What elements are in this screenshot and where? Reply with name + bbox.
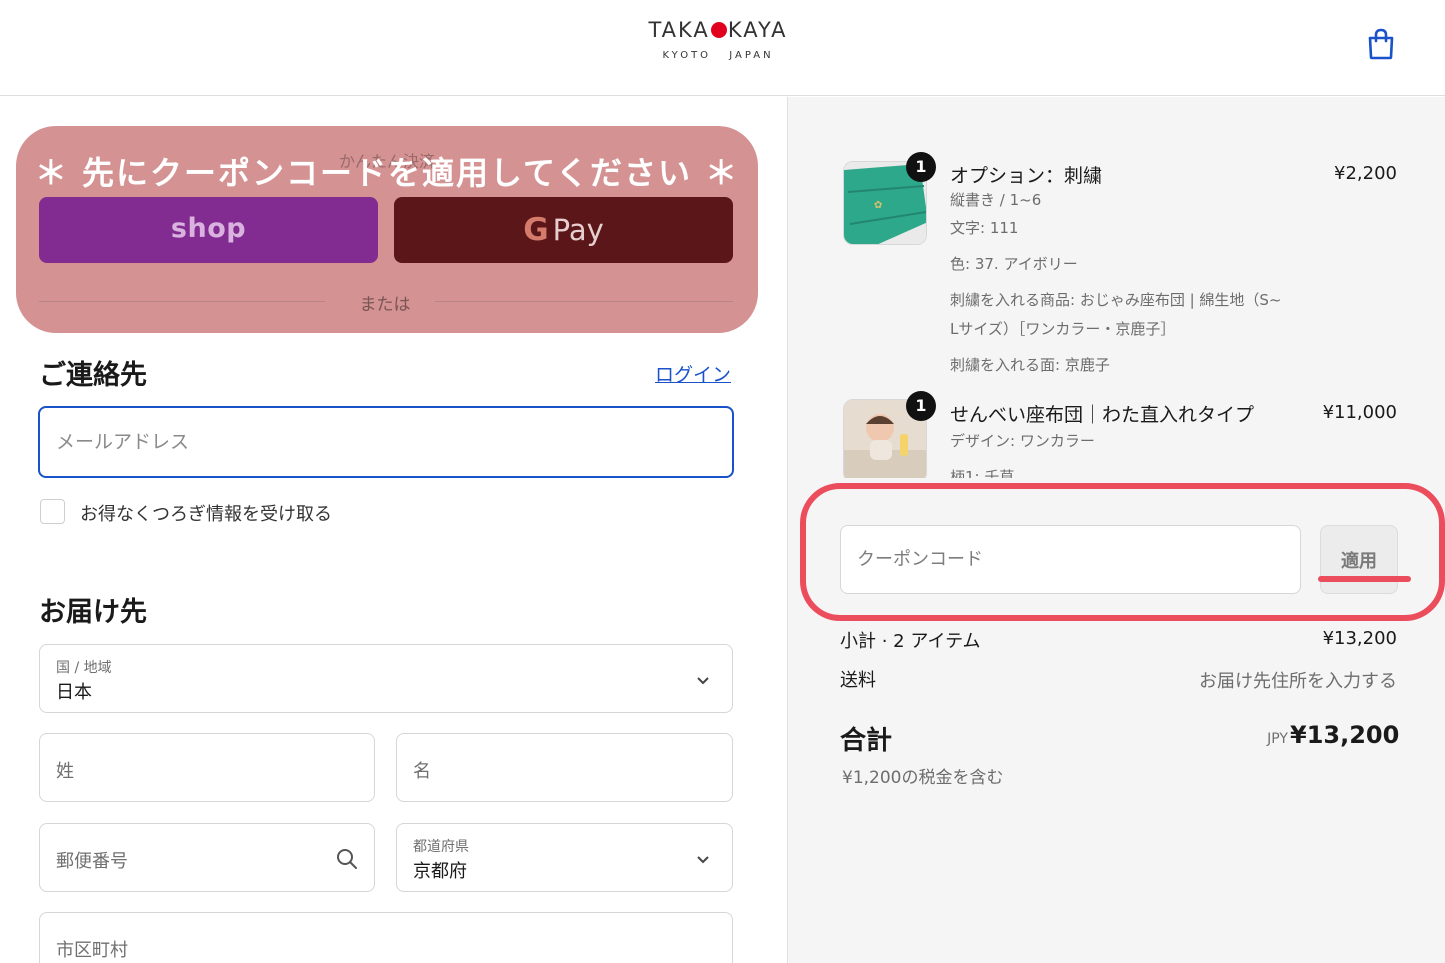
contact-heading: ご連絡先: [39, 360, 147, 391]
divider-line-left: [39, 301, 325, 302]
apply-coupon-button[interactable]: 適用: [1320, 525, 1398, 594]
delivery-heading: お届け先: [39, 597, 147, 628]
logo-subtitle: KYOTO JAPAN: [662, 50, 774, 61]
country-value: 日本: [56, 682, 92, 703]
email-field[interactable]: [38, 406, 734, 478]
first-name-field[interactable]: 名: [396, 733, 733, 802]
newsletter-label: お得なくつろぎ情報を受け取る: [80, 504, 332, 525]
or-divider: または: [359, 295, 411, 315]
last-name-placeholder: 姓: [56, 761, 74, 782]
chevron-down-icon: [697, 856, 709, 864]
site-header: TAKA KAYA KYOTO JAPAN: [0, 0, 1445, 96]
logo-red-dot: [710, 22, 727, 38]
item-option-1: デザイン: ワンカラー: [950, 432, 1095, 450]
item-option-4-cont: Lサイズ）［ワンカラー・京鹿子］: [950, 320, 1176, 338]
last-name-field[interactable]: 姓: [39, 733, 375, 802]
apply-underline-annotation: [1318, 576, 1411, 582]
item-price: ¥11,000: [1322, 402, 1397, 423]
newsletter-checkbox[interactable]: [40, 499, 65, 524]
first-name-placeholder: 名: [413, 761, 431, 782]
postal-code-field[interactable]: 郵便番号: [39, 823, 375, 892]
country-label: 国 / 地域: [56, 660, 112, 676]
item-option-3: 色: 37. アイボリー: [950, 255, 1078, 273]
logo-text-end: KAYA: [727, 18, 788, 42]
quantity-badge: 1: [906, 391, 936, 421]
subtotal-label: 小計 · 2 アイテム: [840, 631, 981, 652]
shipping-value: お届け先住所を入力する: [1199, 671, 1397, 692]
city-placeholder: 市区町村: [56, 940, 128, 961]
item-price: ¥2,200: [1334, 163, 1397, 184]
item-option-5: 刺繍を入れる面: 京鹿子: [950, 356, 1110, 374]
scroll-fade: [788, 478, 1445, 488]
store-logo[interactable]: TAKA KAYA KYOTO JAPAN: [560, 18, 876, 61]
item-option-2: 文字: 111: [950, 219, 1019, 237]
postal-code-placeholder: 郵便番号: [56, 851, 128, 872]
prefecture-value: 京都府: [413, 861, 467, 882]
currency-code: JPY: [1267, 731, 1288, 747]
google-pay-label: Pay: [552, 213, 604, 247]
chevron-down-icon: [697, 677, 709, 685]
prefecture-label: 都道府県: [413, 839, 469, 855]
logo-text-start: TAKA: [648, 18, 710, 42]
search-icon[interactable]: [336, 848, 358, 870]
quantity-badge: 1: [906, 152, 936, 182]
item-name: せんべい座布団｜わた直入れタイプ: [950, 404, 1255, 426]
total-label: 合計: [840, 726, 893, 756]
tax-note: ¥1,200の税金を含む: [842, 768, 1004, 788]
divider-line-right: [435, 301, 733, 302]
item-option-4: 刺繍を入れる商品: おじゃみ座布団 | 綿生地（S~: [950, 291, 1282, 309]
svg-text:✿: ✿: [874, 200, 882, 211]
subtotal-value: ¥13,200: [1322, 628, 1397, 649]
coupon-code-input[interactable]: [840, 525, 1301, 594]
login-link[interactable]: ログイン: [655, 360, 731, 387]
coupon-notice-banner: ＊ 先にクーポンコードを適用してください ＊: [34, 154, 740, 192]
shipping-label: 送料: [840, 670, 876, 691]
city-field[interactable]: 市区町村: [39, 912, 733, 963]
google-pay-button[interactable]: G Pay: [394, 197, 733, 263]
prefecture-select[interactable]: 都道府県 京都府: [396, 823, 733, 892]
item-name: オプション：刺繍: [950, 165, 1103, 187]
shop-pay-button[interactable]: shop: [39, 197, 378, 263]
item-option-1: 縦書き / 1~6: [950, 191, 1042, 209]
google-g-icon: G: [523, 212, 549, 248]
country-select[interactable]: 国 / 地域 日本: [39, 644, 733, 713]
total-value: ¥13,200: [1290, 721, 1400, 749]
shopping-bag-icon[interactable]: [1366, 28, 1396, 60]
